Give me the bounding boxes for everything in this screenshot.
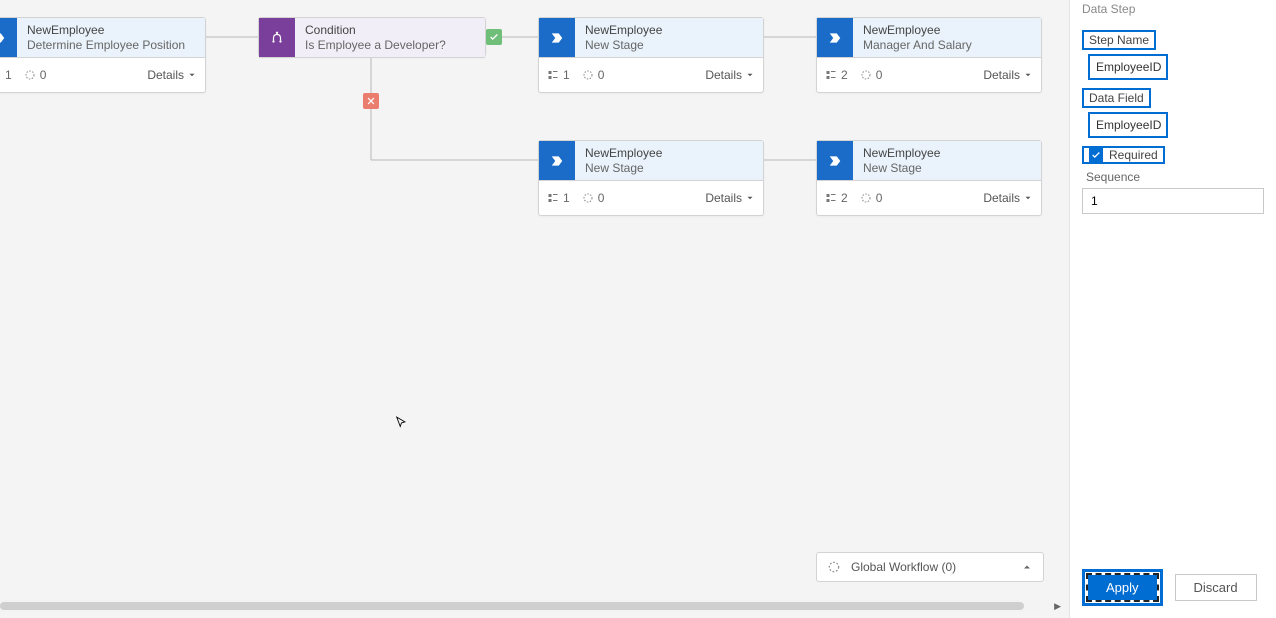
chevron-up-icon <box>1021 561 1033 573</box>
count-stat: 0 <box>860 68 883 82</box>
mouse-cursor-icon <box>395 416 409 430</box>
workflow-canvas[interactable]: NewEmployee Determine Employee Position … <box>0 0 1069 618</box>
scrollbar-thumb[interactable] <box>0 602 1024 610</box>
stage-icon <box>817 18 853 57</box>
condition-yes-badge <box>486 29 502 45</box>
condition-no-badge <box>363 93 379 109</box>
node-entity: NewEmployee <box>863 146 1031 160</box>
step-name-label: Step Name <box>1082 30 1156 50</box>
required-checkbox[interactable] <box>1089 148 1103 162</box>
node-subtitle: New Stage <box>863 161 1031 175</box>
details-toggle[interactable]: Details <box>983 68 1033 82</box>
count-stat: 0 <box>860 191 883 205</box>
step-name-input[interactable]: EmployeeID <box>1088 54 1168 80</box>
required-label: Required <box>1109 148 1158 162</box>
details-toggle[interactable]: Details <box>983 191 1033 205</box>
stage-node-new-stage-3[interactable]: NewEmployee New Stage 2 0 Details <box>816 140 1042 216</box>
steps-stat: 1 <box>0 68 12 82</box>
node-entity: NewEmployee <box>863 23 1031 37</box>
steps-stat: 1 <box>547 191 570 205</box>
stage-node-determine-position[interactable]: NewEmployee Determine Employee Position … <box>0 17 206 93</box>
stage-icon <box>539 141 575 180</box>
horizontal-scrollbar[interactable] <box>0 600 1040 612</box>
stage-icon <box>817 141 853 180</box>
stage-icon <box>539 18 575 57</box>
node-entity: Condition <box>305 23 475 37</box>
node-entity: NewEmployee <box>585 146 753 160</box>
node-subtitle: Manager And Salary <box>863 38 1031 52</box>
steps-stat: 1 <box>547 68 570 82</box>
stage-node-new-stage-1[interactable]: NewEmployee New Stage 1 0 Details <box>538 17 764 93</box>
global-workflow-bar[interactable]: Global Workflow (0) <box>816 552 1044 582</box>
apply-button[interactable]: Apply <box>1088 575 1157 600</box>
node-subtitle: Is Employee a Developer? <box>305 38 475 52</box>
sequence-input[interactable] <box>1082 188 1264 214</box>
apply-button-highlight: Apply <box>1082 569 1163 606</box>
scroll-right-arrow[interactable]: ▶ <box>1054 601 1061 612</box>
node-entity: NewEmployee <box>27 23 195 37</box>
node-subtitle: New Stage <box>585 161 753 175</box>
details-toggle[interactable]: Details <box>705 191 755 205</box>
node-entity: NewEmployee <box>585 23 753 37</box>
properties-panel: Data Step Step Name EmployeeID Data Fiel… <box>1069 0 1276 618</box>
stage-node-manager-salary[interactable]: NewEmployee Manager And Salary 2 0 Detai… <box>816 17 1042 93</box>
count-stat: 0 <box>582 68 605 82</box>
condition-icon <box>259 18 295 57</box>
node-subtitle: New Stage <box>585 38 753 52</box>
details-toggle[interactable]: Details <box>705 68 755 82</box>
panel-section-title: Data Step <box>1082 2 1264 16</box>
steps-stat: 2 <box>825 68 848 82</box>
count-stat: 0 <box>582 191 605 205</box>
stage-node-new-stage-2[interactable]: NewEmployee New Stage 1 0 Details <box>538 140 764 216</box>
condition-node[interactable]: Condition Is Employee a Developer? <box>258 17 486 57</box>
sequence-label: Sequence <box>1086 170 1264 184</box>
stage-icon <box>0 18 17 57</box>
node-subtitle: Determine Employee Position <box>27 38 195 52</box>
discard-button[interactable]: Discard <box>1175 574 1257 601</box>
global-workflow-label: Global Workflow (0) <box>851 560 956 574</box>
data-field-input[interactable]: EmployeeID <box>1088 112 1168 138</box>
loader-icon <box>827 560 841 574</box>
count-stat: 0 <box>24 68 47 82</box>
details-toggle[interactable]: Details <box>147 68 197 82</box>
data-field-label: Data Field <box>1082 88 1151 108</box>
steps-stat: 2 <box>825 191 848 205</box>
required-checkbox-row[interactable]: Required <box>1082 146 1165 164</box>
